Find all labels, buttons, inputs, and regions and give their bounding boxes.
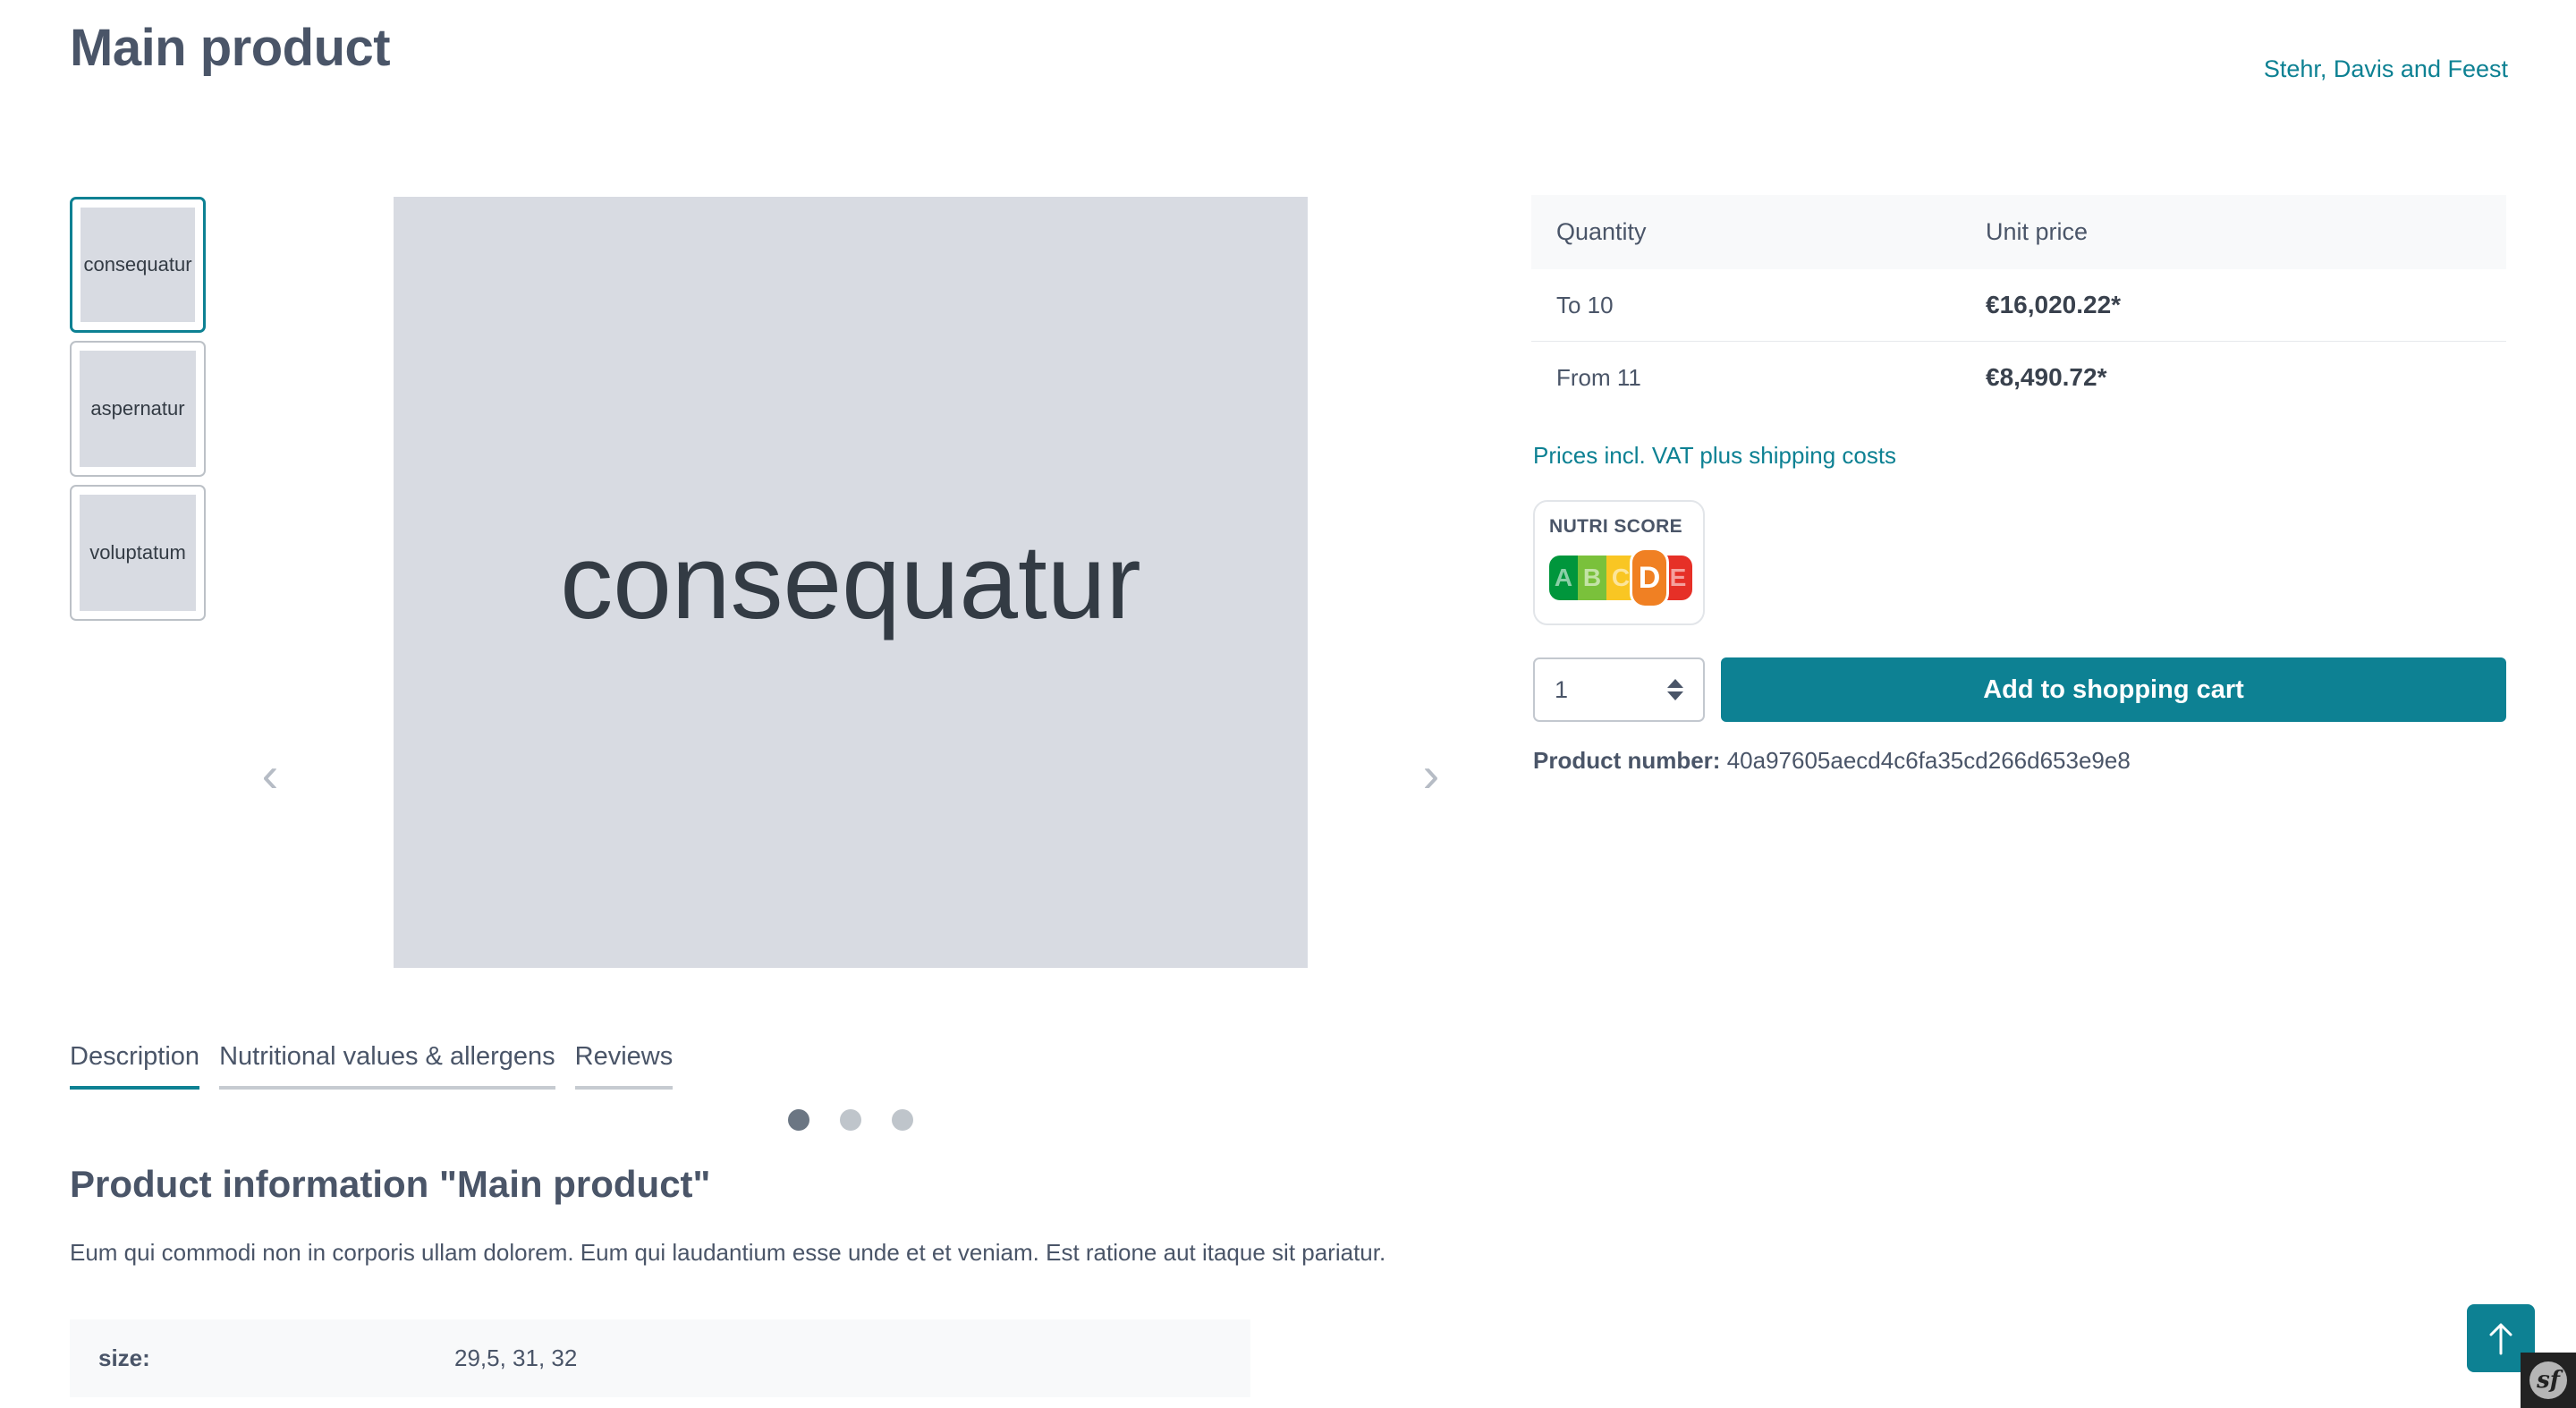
carousel-dot-2[interactable] — [840, 1109, 861, 1131]
quantity-stepper[interactable]: 1 — [1533, 657, 1705, 722]
buy-box: Quantity Unit price To 10 €16,020.22* Fr… — [1531, 195, 2506, 775]
cell-unit-price: €8,490.72* — [1961, 341, 2506, 413]
nutri-grade-c: C — [1606, 556, 1635, 600]
main-product-image[interactable]: consequatur — [394, 197, 1308, 968]
cell-quantity: To 10 — [1556, 291, 1614, 318]
vendor-link[interactable]: Stehr, Davis and Feest — [2264, 55, 2508, 83]
tab-reviews[interactable]: Reviews — [574, 1042, 674, 1090]
page-title: Main product — [70, 19, 391, 77]
page-header: Main product Stehr, Davis and Feest — [0, 0, 2576, 125]
product-tabs: Description Nutritional values & allerge… — [70, 1042, 692, 1090]
thumbnail-aspernatur[interactable]: aspernatur — [70, 341, 206, 477]
stepper-arrows-icon[interactable] — [1667, 679, 1683, 700]
caret-up-icon[interactable] — [1667, 679, 1683, 688]
nutri-score-scale: A B C E D — [1549, 550, 1692, 606]
table-row: size: 29,5, 31, 32 — [70, 1319, 1250, 1397]
price-table: Quantity Unit price To 10 €16,020.22* Fr… — [1531, 195, 2506, 413]
symfony-toolbar-badge[interactable]: sf — [2521, 1353, 2576, 1408]
thumbnail-label: aspernatur — [80, 351, 196, 467]
nutri-grade-a: A — [1549, 556, 1578, 600]
chevron-left-icon[interactable]: ‹ — [243, 750, 297, 805]
cell-quantity: From 11 — [1531, 341, 1961, 413]
property-value: 29,5, 31, 32 — [454, 1344, 578, 1371]
table-row: From 11 €8,490.72* — [1531, 341, 2506, 413]
chevron-right-icon[interactable]: › — [1404, 750, 1458, 805]
description-heading: Product information "Main product" — [70, 1163, 711, 1205]
thumbnail-label: voluptatum — [80, 495, 196, 611]
nutri-score-title: NUTRI SCORE — [1549, 516, 1683, 537]
thumbnail-consequatur[interactable]: consequatur — [70, 197, 206, 333]
nutri-grade-e: E — [1664, 556, 1692, 600]
vat-shipping-link[interactable]: Prices incl. VAT plus shipping costs — [1533, 442, 2506, 470]
main-image-label: consequatur — [560, 523, 1141, 641]
tab-description[interactable]: Description — [70, 1042, 200, 1090]
cell-unit-price: €16,020.22* — [1986, 291, 2122, 318]
nutri-score-widget: NUTRI SCORE A B C E D — [1533, 500, 1705, 625]
add-to-cart-button[interactable]: Add to shopping cart — [1721, 657, 2506, 722]
product-detail-page: Main product Stehr, Davis and Feest cons… — [0, 0, 2576, 1408]
property-table: size: 29,5, 31, 32 — [70, 1319, 1250, 1397]
product-number: Product number: 40a97605aecd4c6fa35cd266… — [1533, 747, 2506, 775]
thumbnail-voluptatum[interactable]: voluptatum — [70, 485, 206, 621]
nutri-grade-b: B — [1578, 556, 1606, 600]
price-table-header-row: Quantity Unit price — [1531, 195, 2506, 269]
description-body: Eum qui commodi non in corporis ullam do… — [70, 1239, 1386, 1266]
column-header-unit-price: Unit price — [1961, 195, 2506, 269]
caret-down-icon[interactable] — [1667, 691, 1683, 700]
nutri-grade-d-active: D — [1632, 550, 1666, 606]
symfony-logo-icon: sf — [2529, 1361, 2567, 1399]
quantity-value: 1 — [1555, 675, 1569, 703]
add-to-cart-row: 1 Add to shopping cart — [1533, 657, 2506, 722]
property-key: size: — [98, 1344, 150, 1371]
tab-nutritional-values[interactable]: Nutritional values & allergens — [219, 1042, 555, 1090]
carousel-dots — [394, 1109, 1308, 1131]
product-number-label: Product number: — [1533, 747, 1721, 774]
arrow-up-icon — [2489, 1323, 2512, 1355]
carousel-dot-3[interactable] — [892, 1109, 913, 1131]
product-number-value: 40a97605aecd4c6fa35cd266d653e9e8 — [1726, 747, 2131, 774]
product-gallery: consequatur aspernatur voluptatum conseq… — [0, 188, 1467, 1131]
thumbnail-label: consequatur — [80, 208, 195, 322]
column-header-quantity: Quantity — [1531, 195, 1961, 269]
thumbnail-list: consequatur aspernatur voluptatum — [70, 197, 206, 621]
carousel-dot-1[interactable] — [788, 1109, 809, 1131]
table-row: To 10 €16,020.22* — [1531, 269, 2506, 342]
